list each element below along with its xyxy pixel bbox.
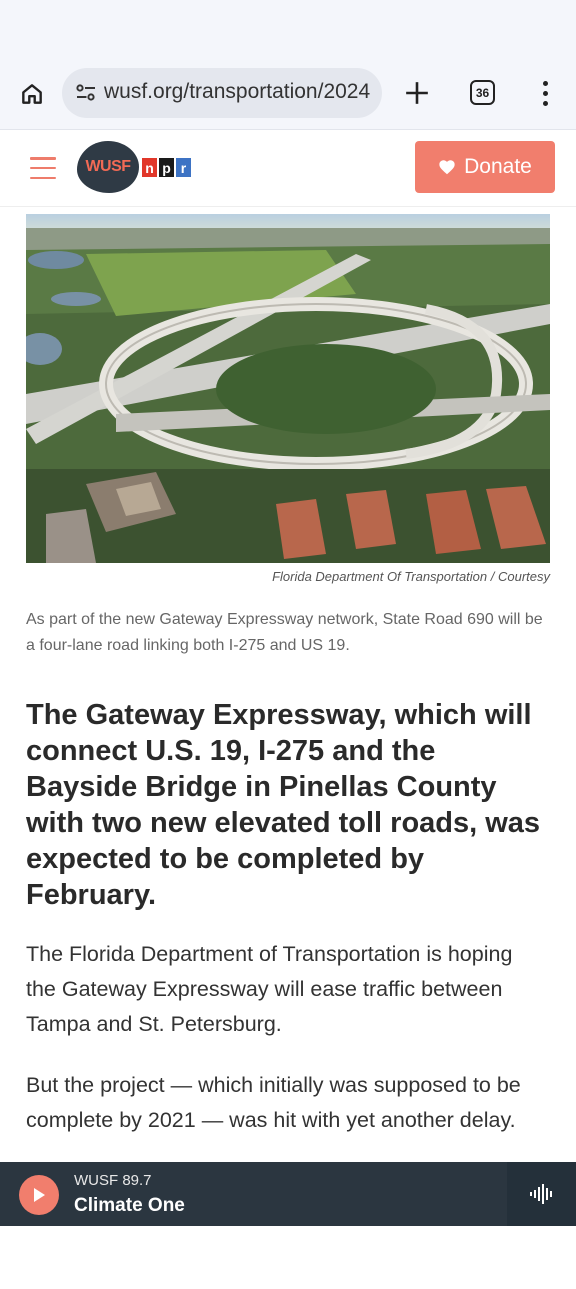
site-header: WUSF n p r Donate [0, 131, 576, 207]
donate-label: Donate [464, 155, 532, 178]
station-name: WUSF 89.7 [74, 1172, 152, 1189]
hamburger-menu-icon[interactable] [30, 157, 56, 179]
npr-letter-n: n [142, 158, 157, 177]
home-button[interactable] [14, 76, 50, 112]
article-headline: The Gateway Expressway, which will conne… [26, 699, 541, 911]
tab-switcher-button[interactable]: 36 [470, 80, 495, 105]
article-paragraph: But the project — which initially was su… [26, 1073, 521, 1132]
site-settings-icon[interactable] [74, 81, 98, 105]
npr-letter-p: p [159, 158, 174, 177]
url-text: wusf.org/transportation/2024 [104, 80, 371, 103]
heart-icon [439, 160, 455, 175]
plus-icon [406, 82, 428, 104]
program-title: Climate One [74, 1195, 185, 1216]
more-menu-button[interactable] [530, 76, 560, 110]
image-credit: Florida Department Of Transportation / C… [272, 569, 550, 584]
article-hero-image [26, 214, 550, 563]
address-bar[interactable]: wusf.org/transportation/2024 [62, 68, 382, 118]
play-button[interactable] [19, 1175, 59, 1215]
dot-icon [542, 100, 548, 106]
dot-icon [542, 90, 548, 96]
donate-button[interactable]: Donate [415, 141, 555, 193]
home-icon [22, 84, 42, 104]
wusf-logo[interactable]: WUSF [77, 141, 139, 193]
dot-icon [542, 80, 548, 86]
new-tab-button[interactable] [400, 76, 434, 110]
image-caption: As part of the new Gateway Expressway ne… [26, 611, 543, 654]
logo-text: WUSF [85, 158, 131, 175]
browser-toolbar: wusf.org/transportation/2024 36 [0, 62, 576, 130]
audio-options-button[interactable] [507, 1162, 576, 1226]
npr-logo[interactable]: n p r [142, 158, 191, 177]
status-bar-area [0, 0, 576, 62]
play-icon [34, 1188, 45, 1202]
audio-wave-icon [529, 1184, 552, 1204]
npr-letter-r: r [176, 158, 191, 177]
audio-player-bar: WUSF 89.7 Climate One [0, 1162, 576, 1226]
article-paragraph: The Florida Department of Transportation… [26, 942, 513, 1036]
